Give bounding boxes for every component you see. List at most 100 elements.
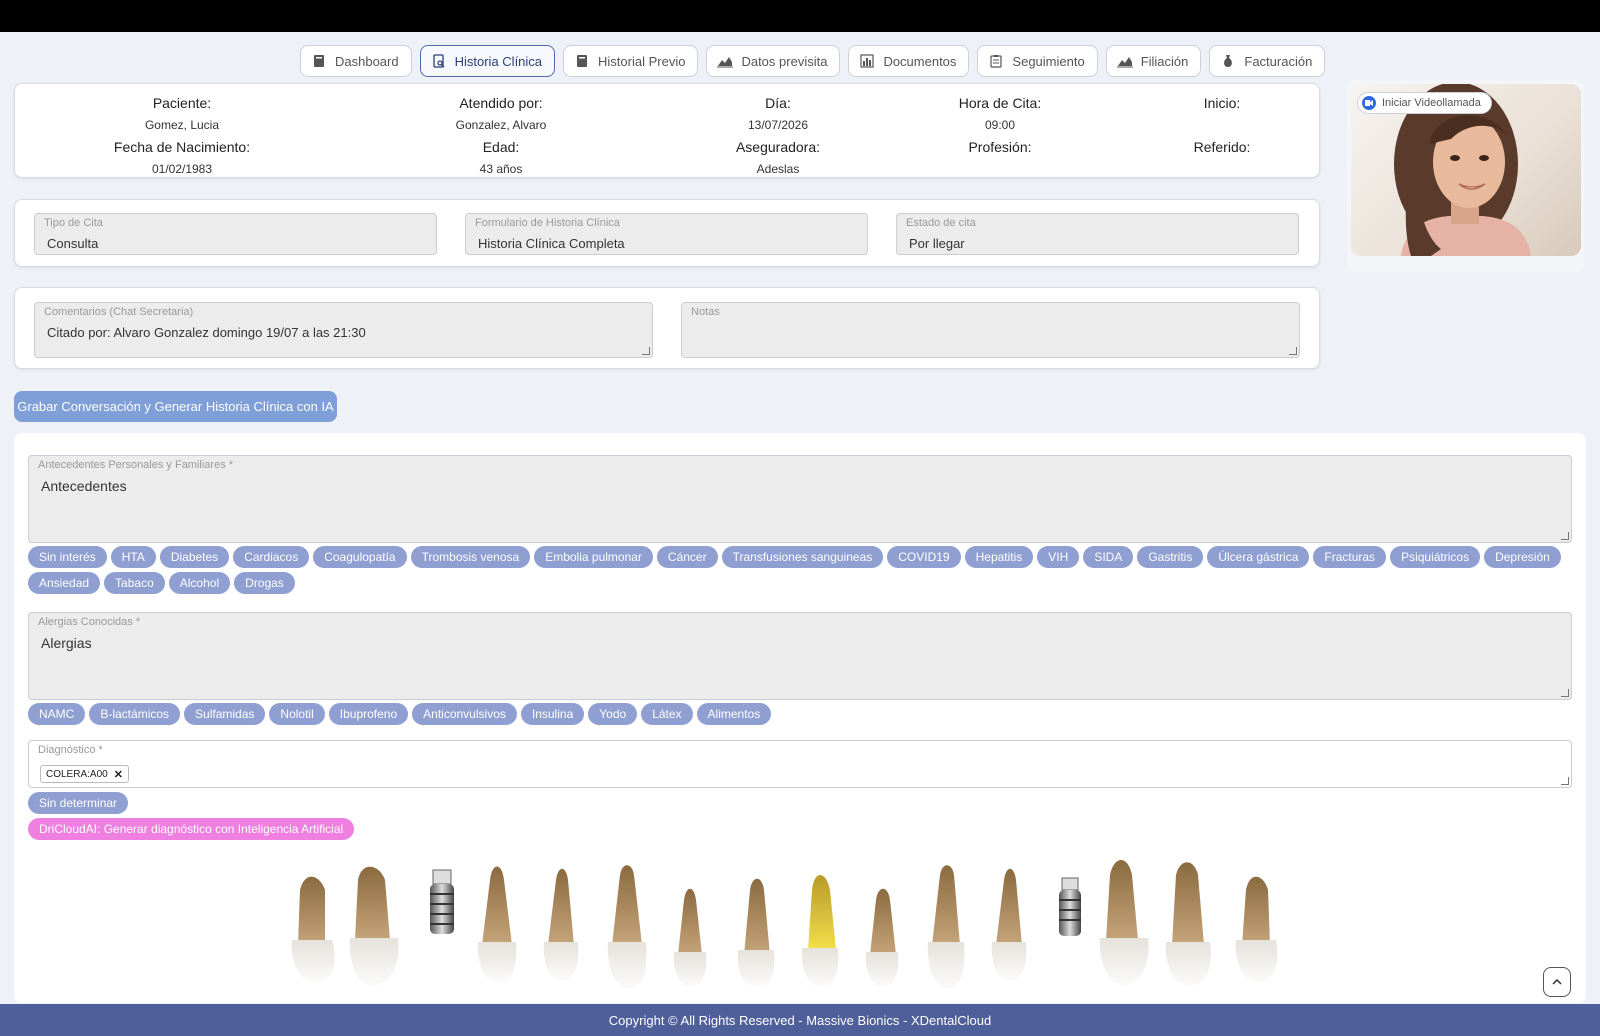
- dental-chart: [280, 860, 1320, 1000]
- chip-alergias-6[interactable]: Insulina: [520, 703, 585, 725]
- hora-value: 09:00: [984, 118, 1016, 132]
- field-label: Estado de cita: [906, 217, 976, 229]
- chip-antecedentes-16[interactable]: Psiquiátricos: [1390, 546, 1481, 568]
- diagnosis-tag-label: COLERA:A00: [46, 768, 108, 780]
- chart-icon: [1116, 53, 1133, 69]
- resize-handle[interactable]: [1561, 777, 1569, 785]
- tooth-11[interactable]: [991, 868, 1027, 981]
- resize-handle[interactable]: [1561, 532, 1569, 540]
- tooth-12[interactable]: [1099, 860, 1149, 986]
- copyright-text: Copyright © All Rights Reserved - Massiv…: [608, 1012, 992, 1028]
- tooth-4[interactable]: [543, 868, 579, 981]
- comentarios-textarea[interactable]: Comentarios (Chat Secretaria) Citado por…: [34, 302, 653, 358]
- field-label: Diagnóstico *: [38, 744, 103, 756]
- video-camera-icon: [1362, 96, 1376, 110]
- chip-antecedentes-8[interactable]: Transfusiones sanguineas: [721, 546, 884, 568]
- tooth-2[interactable]: [349, 866, 399, 986]
- field-label: Antecedentes Personales y Familiares *: [38, 459, 234, 471]
- chip-antecedentes-12[interactable]: SIDA: [1083, 546, 1134, 568]
- dia-label: Día:: [765, 95, 791, 111]
- resize-handle[interactable]: [642, 347, 650, 355]
- top-black-bar: [0, 0, 1600, 32]
- tab-label: Facturación: [1244, 53, 1313, 69]
- chip-antecedentes-9[interactable]: COVID19: [887, 546, 961, 568]
- estado-cita-field[interactable]: Estado de cita Por llegar: [896, 213, 1299, 255]
- chip-alergias-2[interactable]: Sulfamidas: [184, 703, 266, 725]
- chip-antecedentes-20[interactable]: Alcohol: [168, 572, 231, 594]
- chip-antecedentes-11[interactable]: VIH: [1037, 546, 1080, 568]
- chip-antecedentes-10[interactable]: Hepatitis: [964, 546, 1034, 568]
- implant-2[interactable]: [1059, 877, 1081, 936]
- tab-filiacion[interactable]: Filiación: [1105, 45, 1202, 77]
- chip-antecedentes-0[interactable]: Sin interés: [28, 546, 107, 568]
- chip-antecedentes-3[interactable]: Cardiacos: [233, 546, 310, 568]
- edad-value: 43 años: [479, 162, 523, 176]
- diagnostico-field[interactable]: Diagnóstico *: [28, 740, 1572, 788]
- tooth-3[interactable]: [477, 866, 517, 983]
- dia-value: 13/07/2026: [747, 118, 809, 132]
- chip-antecedentes-5[interactable]: Trombosis venosa: [410, 546, 531, 568]
- paciente-value: Gomez, Lucia: [144, 118, 220, 132]
- sin-determinar-chip[interactable]: Sin determinar: [28, 792, 129, 814]
- tooth-5[interactable]: [607, 865, 647, 989]
- comments-card: Comentarios (Chat Secretaria) Citado por…: [14, 287, 1320, 369]
- tab-label: Seguimiento: [1012, 53, 1085, 69]
- tooth-1[interactable]: [291, 876, 335, 982]
- scroll-to-top-button[interactable]: [1543, 967, 1571, 997]
- field-label: Formulario de Historia Clínica: [475, 217, 620, 229]
- chip-alergias-5[interactable]: Anticonvulsivos: [412, 703, 517, 725]
- tooth-6[interactable]: [673, 888, 707, 987]
- chip-antecedentes-21[interactable]: Drogas: [234, 572, 295, 594]
- chip-alergias-1[interactable]: B-lactámicos: [89, 703, 181, 725]
- tooth-9[interactable]: [865, 888, 899, 987]
- chip-antecedentes-13[interactable]: Gastritis: [1137, 546, 1204, 568]
- implant-1[interactable]: [430, 869, 454, 934]
- tab-label: Filiación: [1140, 53, 1189, 69]
- tab-datos-previsita[interactable]: Datos previsita: [706, 45, 841, 77]
- chip-alergias-4[interactable]: Ibuprofeno: [328, 703, 409, 725]
- tooth-10[interactable]: [927, 865, 965, 989]
- chip-antecedentes-18[interactable]: Ansiedad: [28, 572, 101, 594]
- field-label: Tipo de Cita: [44, 217, 103, 229]
- chip-alergias-3[interactable]: Nolotil: [269, 703, 325, 725]
- ai-diagnosis-button[interactable]: DriCloudAI: Generar diagnóstico con Inte…: [28, 818, 355, 840]
- tab-seguimiento[interactable]: Seguimiento: [977, 45, 1098, 77]
- formulario-historia-field[interactable]: Formulario de Historia Clínica Historia …: [465, 213, 868, 255]
- chip-antecedentes-17[interactable]: Depresión: [1484, 546, 1561, 568]
- tab-historia-clinica[interactable]: Historia Clínica: [419, 45, 556, 77]
- tab-historial-previo[interactable]: Historial Previo: [563, 45, 699, 77]
- chip-alergias-0[interactable]: NAMC: [28, 703, 86, 725]
- tab-documentos[interactable]: Documentos: [848, 45, 970, 77]
- tooth-13[interactable]: [1165, 862, 1211, 986]
- appointment-card: Tipo de Cita Consulta Formulario de Hist…: [14, 199, 1320, 267]
- record-conversation-ai-button[interactable]: Grabar Conversación y Generar Historia C…: [14, 391, 337, 422]
- tab-dashboard[interactable]: Dashboard: [300, 45, 412, 77]
- tooth-14[interactable]: [1235, 876, 1278, 982]
- chip-antecedentes-1[interactable]: HTA: [110, 546, 156, 568]
- antecedentes-chip-list: Sin interés HTA Diabetes Cardiacos Coagulopa…: [28, 546, 1588, 598]
- tipo-cita-field[interactable]: Tipo de Cita Consulta: [34, 213, 437, 255]
- patient-info-card: Paciente: Gomez, Lucia Atendido por: Gon…: [14, 83, 1320, 178]
- tooth-8-gold[interactable]: [801, 875, 839, 987]
- tooth-7[interactable]: [737, 878, 775, 987]
- alergias-textarea[interactable]: Alergias Conocidas * Alergias: [28, 612, 1572, 700]
- chip-antecedentes-15[interactable]: Fracturas: [1313, 546, 1387, 568]
- chip-antecedentes-4[interactable]: Coagulopatía: [313, 546, 407, 568]
- chip-antecedentes-14[interactable]: Úlcera gástrica: [1207, 546, 1310, 568]
- chip-alergias-9[interactable]: Alimentos: [696, 703, 772, 725]
- antecedentes-textarea[interactable]: Antecedentes Personales y Familiares * A…: [28, 455, 1572, 543]
- start-video-call-button[interactable]: Iniciar Videollamada: [1357, 92, 1492, 114]
- chip-antecedentes-7[interactable]: Cáncer: [656, 546, 718, 568]
- chip-antecedentes-2[interactable]: Diabetes: [159, 546, 230, 568]
- tab-facturacion[interactable]: Facturación: [1209, 45, 1326, 77]
- notas-textarea[interactable]: Notas: [681, 302, 1300, 358]
- chip-alergias-8[interactable]: Látex: [641, 703, 693, 725]
- tab-label: Historia Clínica: [454, 53, 543, 69]
- resize-handle[interactable]: [1561, 689, 1569, 697]
- remove-tag-icon[interactable]: ✕: [114, 768, 123, 781]
- chip-alergias-7[interactable]: Yodo: [588, 703, 638, 725]
- chip-antecedentes-19[interactable]: Tabaco: [104, 572, 165, 594]
- chip-antecedentes-6[interactable]: Embolia pulmonar: [534, 546, 653, 568]
- paciente-label: Paciente:: [152, 95, 212, 111]
- resize-handle[interactable]: [1289, 347, 1297, 355]
